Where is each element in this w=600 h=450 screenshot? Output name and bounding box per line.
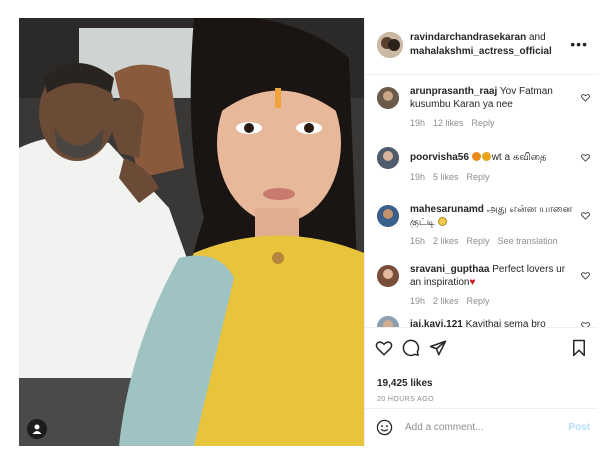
- avatar-image: [377, 265, 399, 287]
- comment-meta: 19h 2 likes Reply: [410, 296, 498, 306]
- comment-username[interactable]: sravani_gupthaa: [410, 264, 489, 275]
- comment-username[interactable]: poorvisha56: [410, 152, 469, 163]
- comment-reply-button[interactable]: Reply: [467, 172, 490, 182]
- emoji-icon[interactable]: [376, 419, 393, 436]
- avatar-image: [377, 147, 399, 169]
- comment-input[interactable]: Add a comment...: [405, 422, 483, 433]
- comment-avatar[interactable]: [377, 316, 399, 327]
- comment-like-icon[interactable]: [581, 211, 590, 220]
- comment-text: jai.kavi.121 Kavithai sema bro: [410, 318, 575, 327]
- post-timestamp[interactable]: 20 HOURS AGO: [377, 396, 434, 403]
- comment-likes[interactable]: 12 likes: [433, 118, 464, 128]
- instagram-post: ravindarchandrasekaran and mahalakshmi_a…: [19, 18, 598, 446]
- comment-time: 19h: [410, 172, 426, 182]
- comment-text: sravani_gupthaa Perfect lovers ur an ins…: [410, 263, 575, 289]
- comment-meta: 16h 2 likes Reply See translation: [410, 236, 566, 246]
- comment-reply-button[interactable]: Reply: [472, 118, 495, 128]
- comment-time: 19h: [410, 296, 426, 306]
- authors-joiner: and: [526, 32, 546, 43]
- comment-avatar[interactable]: [377, 205, 399, 227]
- comment-text: poorvisha56 wt a கவிதை: [410, 151, 575, 164]
- face-emoji-icon: [437, 217, 447, 226]
- see-translation-link[interactable]: See translation: [498, 236, 558, 246]
- comment-likes[interactable]: 5 likes: [433, 172, 459, 182]
- comment-username[interactable]: jai.kavi.121: [410, 319, 463, 327]
- author-link-1[interactable]: ravindarchandrasekaran: [410, 32, 526, 43]
- likes-count[interactable]: 19,425 likes: [377, 378, 433, 389]
- comment-avatar[interactable]: [377, 147, 399, 169]
- post-comment-button[interactable]: Post: [568, 422, 590, 433]
- fire-emoji-icon: [471, 152, 481, 161]
- comment-username[interactable]: arunprasanth_raaj: [410, 86, 497, 97]
- post-side-panel: ravindarchandrasekaran and mahalakshmi_a…: [364, 18, 598, 446]
- red-heart-emoji-icon: ♥: [469, 277, 476, 288]
- share-send-icon[interactable]: [429, 339, 447, 357]
- avatar-image: [377, 316, 399, 327]
- avatar-image: [377, 205, 399, 227]
- clap-emoji-icon: [481, 152, 491, 161]
- comment-meta: 19h 5 likes Reply: [410, 172, 498, 182]
- more-options-icon[interactable]: •••: [570, 36, 588, 52]
- comment-text: mahesarunamd அது என்ன யானை குட்டி: [410, 203, 575, 229]
- comment-username[interactable]: mahesarunamd: [410, 204, 484, 215]
- comment-avatar[interactable]: [377, 87, 399, 109]
- avatar[interactable]: [377, 32, 403, 58]
- user-icon: [32, 424, 42, 434]
- add-comment-bar: Add a comment... Post: [365, 408, 598, 447]
- tagged-user-button[interactable]: [27, 419, 47, 439]
- selfie-image: [19, 18, 364, 446]
- comment-like-icon[interactable]: [581, 93, 590, 102]
- avatar-image: [377, 32, 403, 58]
- post-actions: 19,425 likes 20 HOURS AGO: [365, 327, 598, 408]
- post-header: ravindarchandrasekaran and mahalakshmi_a…: [365, 18, 598, 75]
- avatar-image: [377, 87, 399, 109]
- comment-content: Kavithai sema bro: [465, 319, 546, 327]
- comments-list: arunprasanth_raaj Yov Fatman kusumbu Kar…: [365, 75, 598, 327]
- author-link-2[interactable]: mahalakshmi_actress_official: [410, 46, 552, 57]
- comment-likes[interactable]: 2 likes: [433, 236, 459, 246]
- comment-icon[interactable]: [402, 339, 420, 357]
- comment-like-icon[interactable]: [581, 271, 590, 280]
- comment-meta: 19h 12 likes Reply: [410, 118, 503, 128]
- comment-text: arunprasanth_raaj Yov Fatman kusumbu Kar…: [410, 85, 575, 111]
- comment-reply-button[interactable]: Reply: [467, 296, 490, 306]
- comment-like-icon[interactable]: [581, 153, 590, 162]
- comment-content: wt a கவிதை: [491, 152, 547, 163]
- post-photo[interactable]: [19, 18, 364, 446]
- comment-time: 16h: [410, 236, 426, 246]
- comment-likes[interactable]: 2 likes: [433, 296, 459, 306]
- like-heart-icon[interactable]: [375, 339, 393, 357]
- comment-avatar[interactable]: [377, 265, 399, 287]
- comment-time: 19h: [410, 118, 426, 128]
- post-authors: ravindarchandrasekaran and mahalakshmi_a…: [410, 31, 560, 59]
- comment-reply-button[interactable]: Reply: [467, 236, 490, 246]
- save-bookmark-icon[interactable]: [570, 339, 588, 357]
